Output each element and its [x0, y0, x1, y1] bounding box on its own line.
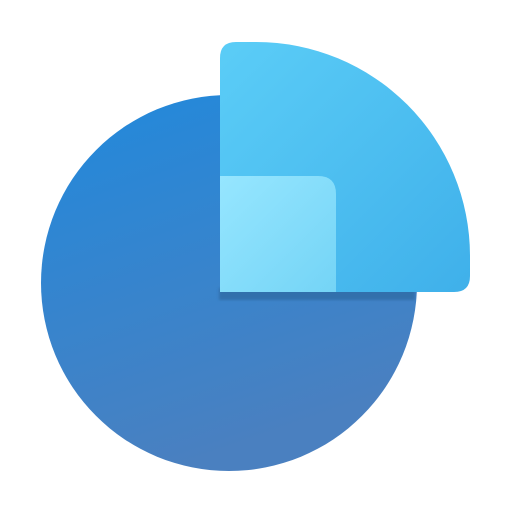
app-icon-canvas	[0, 0, 512, 512]
pie-chart-icon	[41, 42, 470, 471]
pie-slice-inner-square	[220, 176, 336, 292]
